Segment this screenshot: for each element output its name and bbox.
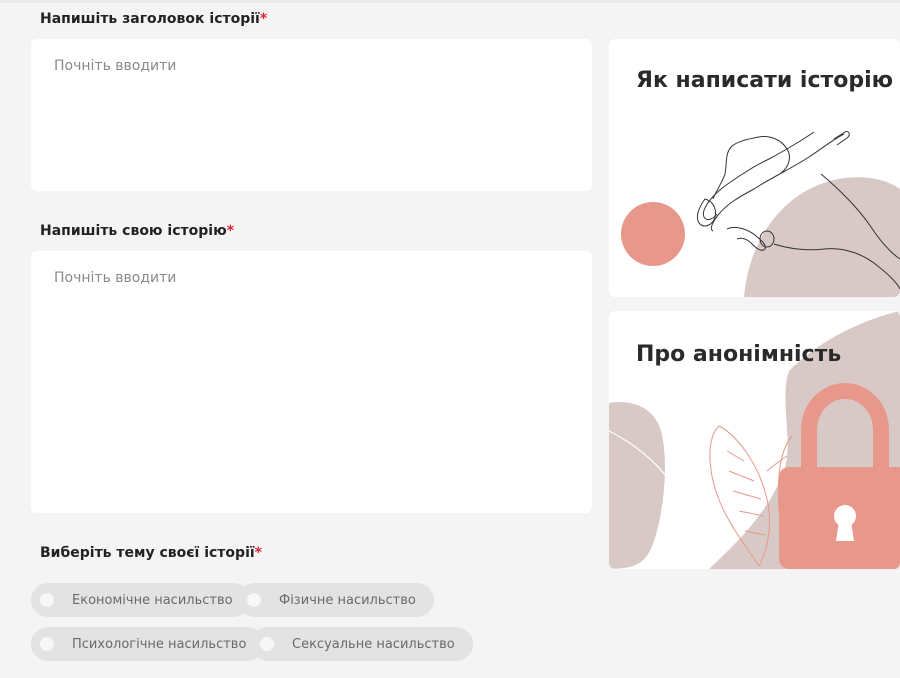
how-to-write-title: Як написати історію [636,68,894,93]
radio-icon[interactable] [40,593,54,607]
top-divider [0,0,900,3]
how-to-write-card[interactable]: Як написати історію [609,39,900,297]
topic-chip-psychological[interactable]: Психологічне насильство [31,627,265,661]
topic-chip-sexual[interactable]: Сексуальне насильство [251,627,473,661]
story-body-field[interactable] [31,251,592,513]
topic-chip-physical[interactable]: Фізичне насильство [238,583,434,617]
story-body-label: Напишіть свою історію* [40,223,235,239]
story-body-input[interactable] [54,270,569,494]
topic-label: Виберіть тему своєї історії* [40,545,262,561]
anonymity-title: Про анонімність [636,342,842,367]
topic-chip-economic[interactable]: Економічне насильство [31,583,251,617]
radio-icon[interactable] [260,637,274,651]
story-title-input[interactable] [54,58,569,172]
anonymity-card[interactable]: Про анонімність [609,311,900,569]
story-title-label: Напишіть заголовок історії* [40,11,268,27]
story-title-field[interactable] [31,39,592,191]
radio-icon[interactable] [40,637,54,651]
radio-icon[interactable] [247,593,261,607]
